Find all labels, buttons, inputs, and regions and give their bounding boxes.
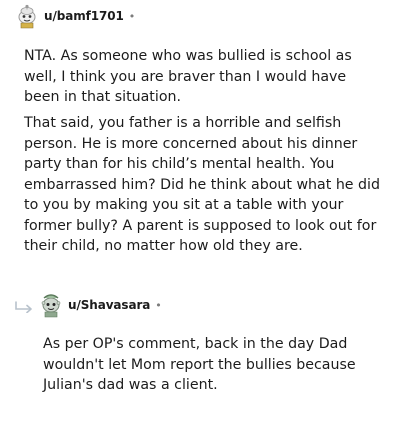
comment-paragraph: That said, you father is a horrible and … [24,115,380,254]
comment-paragraph: NTA. As someone who was bullied is schoo… [24,48,352,105]
separator-dot: • [128,9,136,23]
reply-arrow-icon [15,301,32,313]
username[interactable]: u/bamf1701 [44,9,124,23]
comment-header: u/Shavasara • [0,291,400,319]
comment-paragraph: As per OP's comment, back in the day Dad… [43,336,356,393]
comment-body: As per OP's comment, back in the day Dad… [0,334,363,396]
reply-comment: u/Shavasara • As per OP's comment, back … [0,291,400,396]
snoo-avatar-icon[interactable] [16,3,38,29]
comment: u/bamf1701 • NTA. As someone who was bul… [0,2,400,262]
separator-dot: • [155,298,162,312]
snoo-avatar-icon[interactable] [40,292,62,318]
comment-body: NTA. As someone who was bullied is schoo… [0,46,380,257]
username[interactable]: u/Shavasara [68,298,150,312]
comment-header: u/bamf1701 • [0,2,400,30]
